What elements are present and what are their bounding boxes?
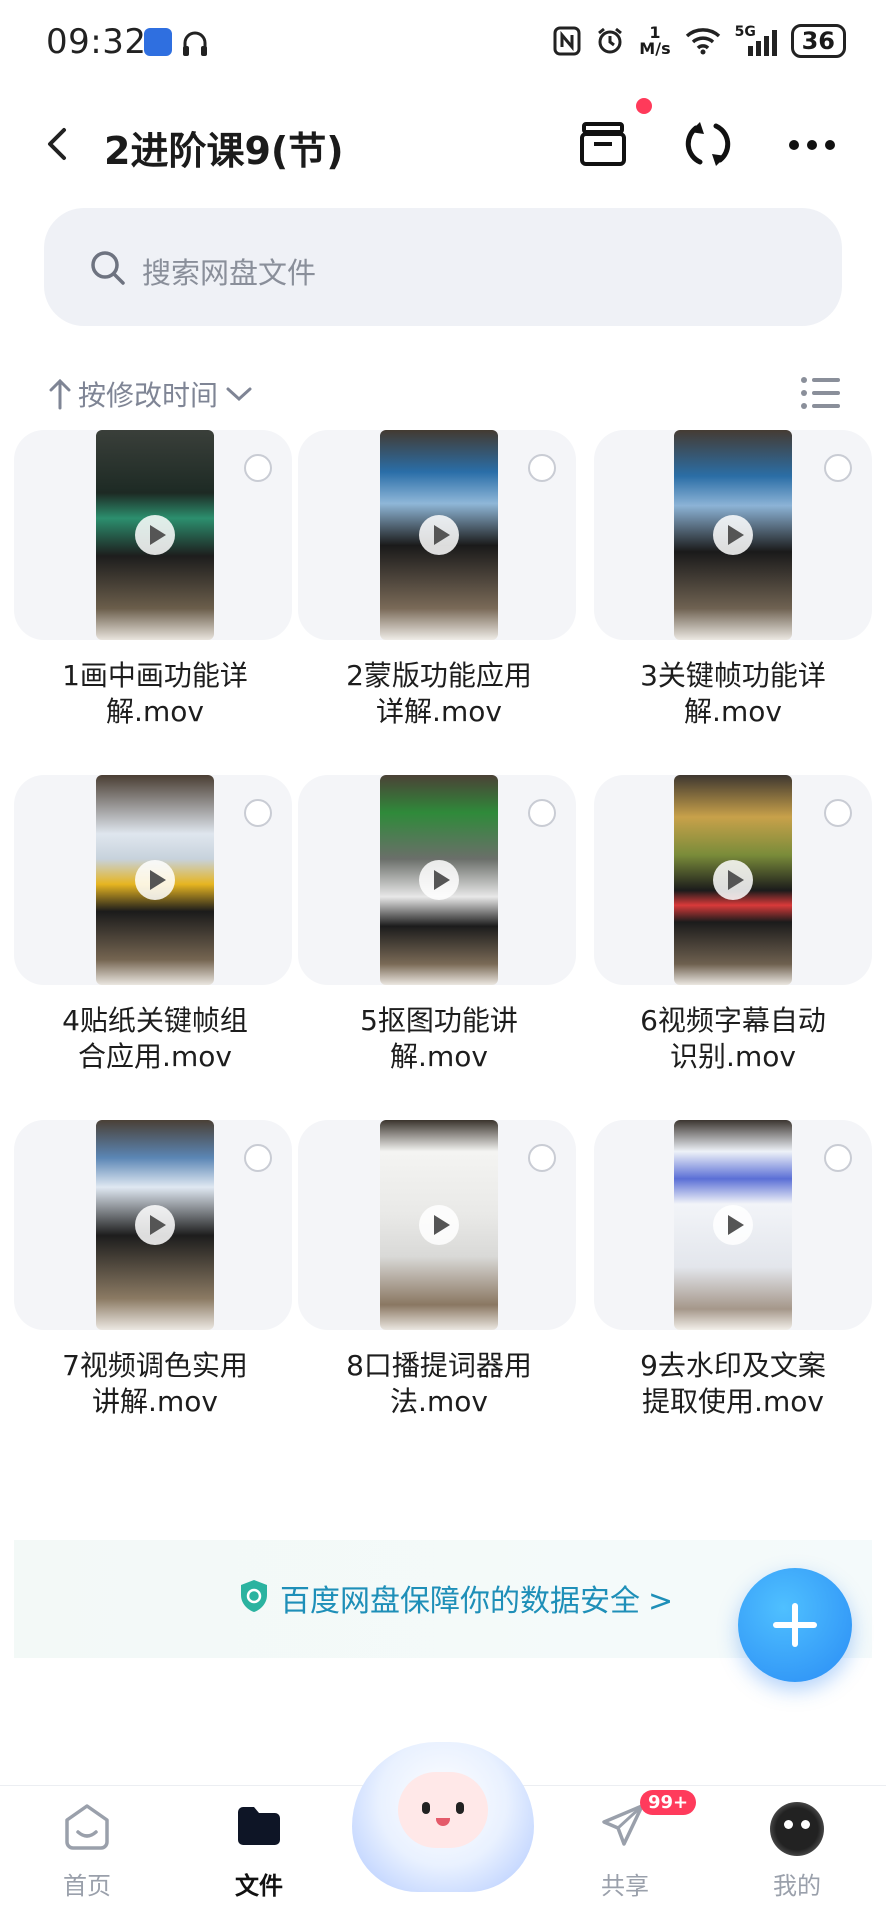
sync-icon[interactable]	[682, 118, 734, 170]
file-name-line: 5抠图功能讲	[360, 1004, 518, 1037]
wifi-icon	[685, 28, 720, 55]
nfc-icon	[553, 26, 581, 56]
signal-bars-icon	[747, 30, 777, 56]
back-arrow-icon[interactable]	[42, 124, 72, 164]
file-name-line: 8口播提词器用	[346, 1349, 532, 1382]
archive-box-icon[interactable]	[578, 120, 628, 168]
more-options-icon[interactable]	[786, 136, 838, 154]
mascot-face	[398, 1772, 488, 1848]
file-name[interactable]: 7视频调色实用 讲解.mov	[10, 1348, 300, 1420]
select-checkbox[interactable]	[244, 454, 272, 482]
file-name-line: 1画中画功能详	[62, 659, 248, 692]
alarm-icon	[598, 27, 623, 54]
speed-unit: M/s	[639, 39, 671, 58]
file-name-line: 详解.mov	[376, 695, 502, 728]
home-icon[interactable]	[62, 1802, 112, 1852]
avatar[interactable]	[770, 1802, 824, 1856]
file-name[interactable]: 1画中画功能详 解.mov	[10, 658, 300, 730]
folder-icon[interactable]	[234, 1804, 284, 1848]
cellular-signal: 5G	[735, 24, 777, 56]
file-name-line: 解.mov	[390, 1040, 488, 1073]
select-checkbox[interactable]	[824, 799, 852, 827]
play-icon	[135, 1205, 175, 1245]
avatar-eye	[801, 1820, 810, 1829]
headphones-icon	[183, 31, 207, 56]
file-name-line: 识别.mov	[670, 1040, 796, 1073]
network-speed: 1 M/s	[639, 25, 670, 57]
nav-mine-label[interactable]: 我的	[752, 1866, 842, 1901]
banner-label: 百度网盘保障你的数据安全	[280, 1584, 640, 1619]
app-notification-icon	[144, 28, 172, 56]
file-name-line: 2蒙版功能应用	[346, 659, 532, 692]
mascot-mouth	[436, 1818, 450, 1826]
file-name[interactable]: 6视频字幕自动 识别.mov	[588, 1003, 878, 1075]
mascot-button[interactable]	[352, 1742, 534, 1892]
file-name[interactable]: 4贴纸关键帧组 合应用.mov	[10, 1003, 300, 1075]
play-icon	[135, 515, 175, 555]
file-name[interactable]: 3关键帧功能详 解.mov	[588, 658, 878, 730]
plus-icon	[773, 1603, 817, 1647]
file-name[interactable]: 8口播提词器用 法.mov	[294, 1348, 584, 1420]
file-name-line: 6视频字幕自动	[640, 1004, 826, 1037]
file-name-line: 4贴纸关键帧组	[62, 1004, 248, 1037]
select-checkbox[interactable]	[824, 454, 852, 482]
search-icon	[91, 251, 125, 285]
chevron-right-icon: >	[648, 1584, 674, 1619]
play-icon	[135, 860, 175, 900]
sort-control[interactable]: 按修改时间	[48, 374, 254, 414]
play-icon	[713, 860, 753, 900]
file-name-line: 提取使用.mov	[642, 1385, 824, 1418]
nav-share-label[interactable]: 共享	[580, 1866, 670, 1901]
file-name-line: 3关键帧功能详	[640, 659, 826, 692]
file-name-line: 解.mov	[684, 695, 782, 728]
file-name[interactable]: 5抠图功能讲 解.mov	[294, 1003, 584, 1075]
add-button[interactable]	[738, 1568, 852, 1682]
file-name-line: 讲解.mov	[92, 1385, 218, 1418]
battery-indicator: 36	[790, 24, 846, 58]
select-checkbox[interactable]	[528, 454, 556, 482]
select-checkbox[interactable]	[528, 799, 556, 827]
mascot-eye	[456, 1802, 464, 1814]
mascot-eye	[422, 1802, 430, 1814]
notification-dot	[636, 98, 652, 114]
file-name-line: 法.mov	[390, 1385, 488, 1418]
file-name-line: 合应用.mov	[78, 1040, 232, 1073]
sort-arrow-up-icon	[49, 378, 71, 410]
status-icons: 1 M/s 5G 36	[553, 24, 846, 58]
shield-icon	[241, 1580, 267, 1612]
file-name-line: 9去水印及文案	[640, 1349, 826, 1382]
select-checkbox[interactable]	[528, 1144, 556, 1172]
file-name-line: 7视频调色实用	[62, 1349, 248, 1382]
play-icon	[419, 860, 459, 900]
file-name[interactable]: 2蒙版功能应用 详解.mov	[294, 658, 584, 730]
page-title: 2进阶课9(节)	[104, 129, 344, 173]
banner-text[interactable]: 百度网盘保障你的数据安全 >	[280, 1576, 673, 1620]
play-icon	[713, 515, 753, 555]
list-view-icon[interactable]	[800, 376, 840, 410]
play-icon	[419, 515, 459, 555]
play-icon	[419, 1205, 459, 1245]
select-checkbox[interactable]	[244, 799, 272, 827]
share-badge: 99+	[640, 1790, 697, 1815]
file-name-line: 解.mov	[106, 695, 204, 728]
select-checkbox[interactable]	[244, 1144, 272, 1172]
play-icon	[713, 1205, 753, 1245]
file-name[interactable]: 9去水印及文案 提取使用.mov	[588, 1348, 878, 1420]
search-placeholder: 搜索网盘文件	[142, 256, 317, 290]
select-checkbox[interactable]	[824, 1144, 852, 1172]
sort-label: 按修改时间	[78, 379, 219, 412]
nav-home-label[interactable]: 首页	[42, 1866, 132, 1901]
status-time: 09:32	[46, 22, 147, 62]
avatar-eye	[784, 1820, 793, 1829]
chevron-down-icon	[226, 387, 252, 402]
nav-files-label[interactable]: 文件	[214, 1866, 304, 1901]
